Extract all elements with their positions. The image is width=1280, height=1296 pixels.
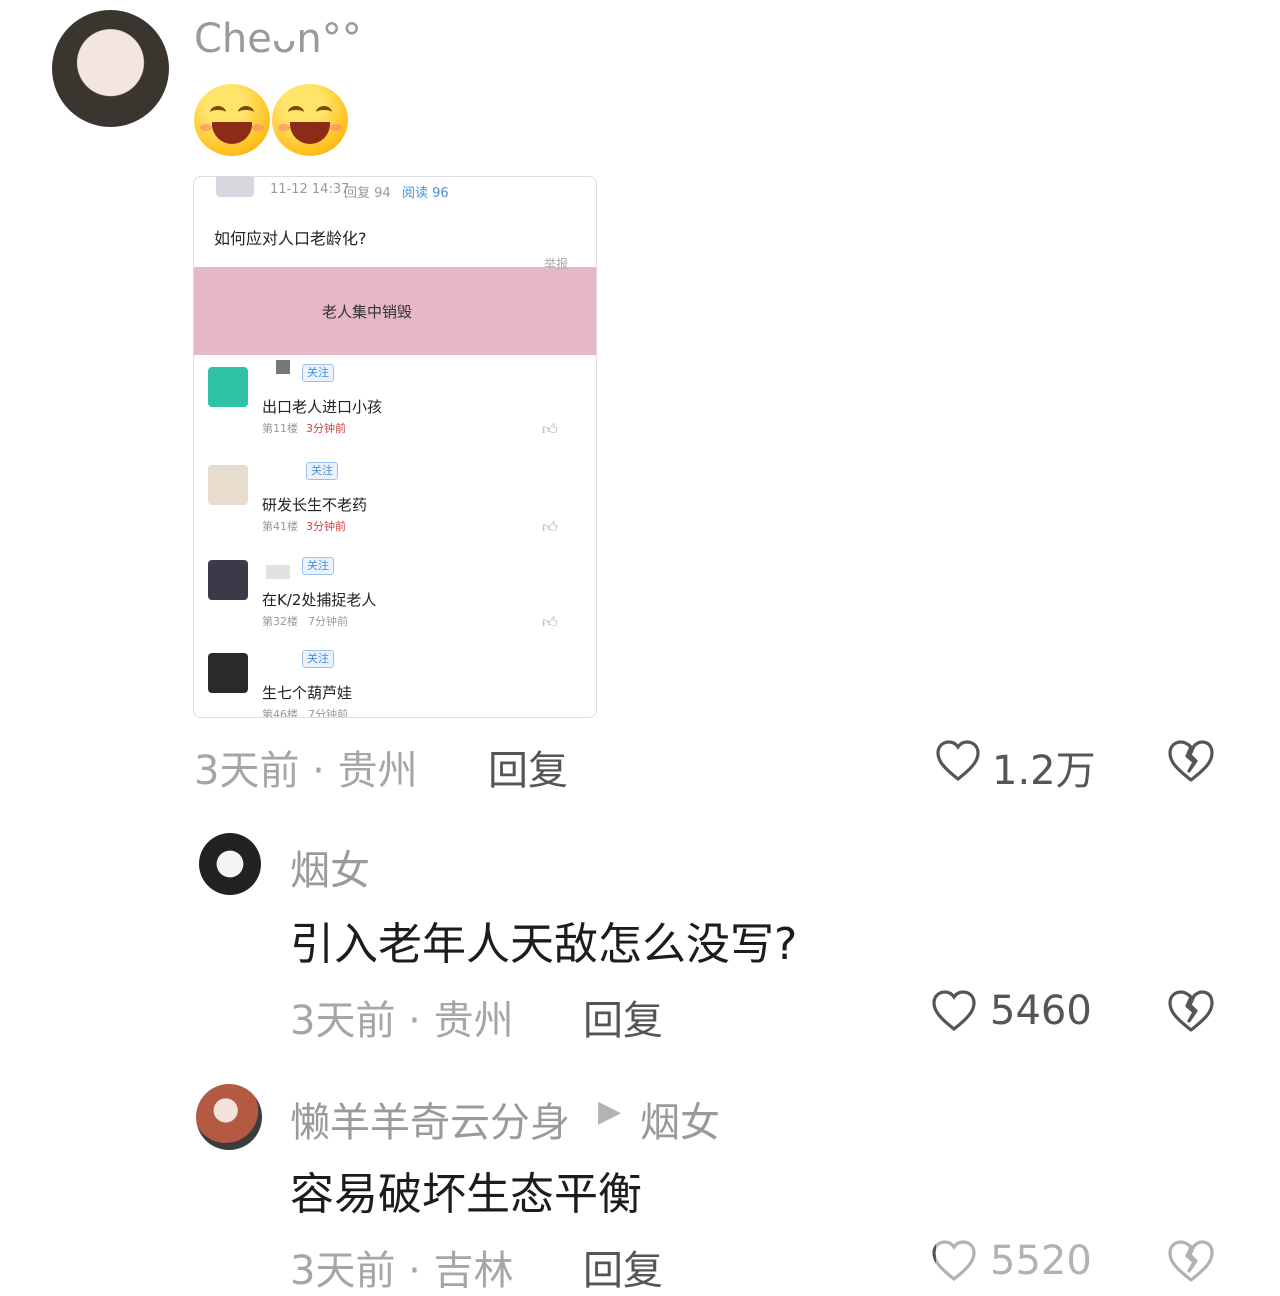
reply-button[interactable]: 回复 bbox=[583, 1238, 663, 1296]
follow-button[interactable]: 关注 bbox=[302, 364, 334, 382]
like-count: 5460 bbox=[990, 988, 1092, 1034]
answer-avatar bbox=[208, 560, 248, 600]
follow-button[interactable]: 关注 bbox=[302, 557, 334, 575]
answer-avatar bbox=[208, 367, 248, 407]
answer-avatar bbox=[208, 465, 248, 505]
user-name-placeholder bbox=[276, 360, 290, 374]
avatar[interactable] bbox=[199, 833, 261, 895]
post-reply-count: 回复 94 bbox=[344, 186, 391, 201]
banner-text: 老人集中销毁 bbox=[322, 303, 413, 321]
heart-icon[interactable] bbox=[930, 987, 978, 1035]
grin-emoji-icon bbox=[194, 84, 270, 156]
grin-emoji-icon bbox=[272, 84, 348, 156]
user-name-placeholder bbox=[266, 565, 290, 579]
comment-meta: 3天前 · 吉林 bbox=[290, 1248, 514, 1294]
dislike-broken-heart-icon[interactable] bbox=[1166, 986, 1216, 1036]
answer-text: 在K/2处捕捉老人 bbox=[262, 591, 377, 609]
comment-meta: 3天前 · 贵州 bbox=[194, 748, 418, 794]
comment-username[interactable]: Cheᴗn°° bbox=[194, 16, 362, 62]
answer-floor: 第32楼 bbox=[262, 615, 298, 628]
avatar[interactable] bbox=[196, 1084, 262, 1150]
comment-text: 引入老年人天敌怎么没写? bbox=[290, 919, 798, 970]
reply-to-username[interactable]: 烟女 bbox=[640, 1090, 720, 1148]
reply-button[interactable]: 回复 bbox=[488, 738, 568, 796]
comment-meta: 3天前 · 贵州 bbox=[290, 998, 514, 1044]
like-count: 1.2万 bbox=[992, 748, 1096, 794]
answer-time: 3分钟前 bbox=[306, 422, 346, 435]
answer-text: 出口老人进口小孩 bbox=[262, 398, 383, 416]
reply-button[interactable]: 回复 bbox=[583, 988, 663, 1046]
dislike-broken-heart-icon[interactable] bbox=[1166, 736, 1216, 786]
follow-button[interactable]: 关注 bbox=[302, 650, 334, 668]
post-question: 如何应对人口老龄化? bbox=[214, 229, 367, 248]
comment-text: 容易破坏生态平衡 bbox=[290, 1169, 642, 1220]
answer-floor: 第11楼 bbox=[262, 422, 298, 435]
answer-text: 生七个葫芦娃 bbox=[262, 684, 353, 702]
follow-button[interactable]: 关注 bbox=[306, 462, 338, 480]
answer-text: 研发长生不老药 bbox=[262, 496, 368, 514]
answer-floor: 第46楼 bbox=[262, 708, 298, 718]
answer-time: 7分钟前 bbox=[308, 708, 348, 718]
comment-username[interactable]: 烟女 bbox=[290, 838, 370, 896]
answer-floor: 第41楼 bbox=[262, 520, 298, 533]
reply-arrow-icon: ▶ bbox=[598, 1094, 622, 1129]
comment-username[interactable]: 懒羊羊奇云分身 bbox=[290, 1090, 570, 1148]
thumb-up-icon[interactable]: 👍︎ bbox=[542, 613, 558, 632]
report-link: 举报 bbox=[544, 257, 569, 271]
thumb-up-icon[interactable]: 👍︎ bbox=[542, 518, 558, 537]
post-avatar bbox=[216, 177, 254, 197]
post-date: 11-12 14:37 bbox=[270, 182, 350, 197]
embedded-screenshot[interactable]: 11-12 14:37 回复 94 阅读 96 如何应对人口老龄化? 举报 老人… bbox=[193, 176, 597, 718]
avatar[interactable] bbox=[52, 10, 169, 127]
thumb-up-icon[interactable]: 👍︎ bbox=[542, 420, 558, 439]
watermark-overlay bbox=[936, 1238, 1266, 1283]
answer-time: 3分钟前 bbox=[306, 520, 346, 533]
answer-time: 7分钟前 bbox=[308, 615, 348, 628]
heart-icon[interactable] bbox=[934, 737, 982, 785]
post-read-count: 阅读 96 bbox=[402, 186, 449, 201]
answer-avatar bbox=[208, 653, 248, 693]
